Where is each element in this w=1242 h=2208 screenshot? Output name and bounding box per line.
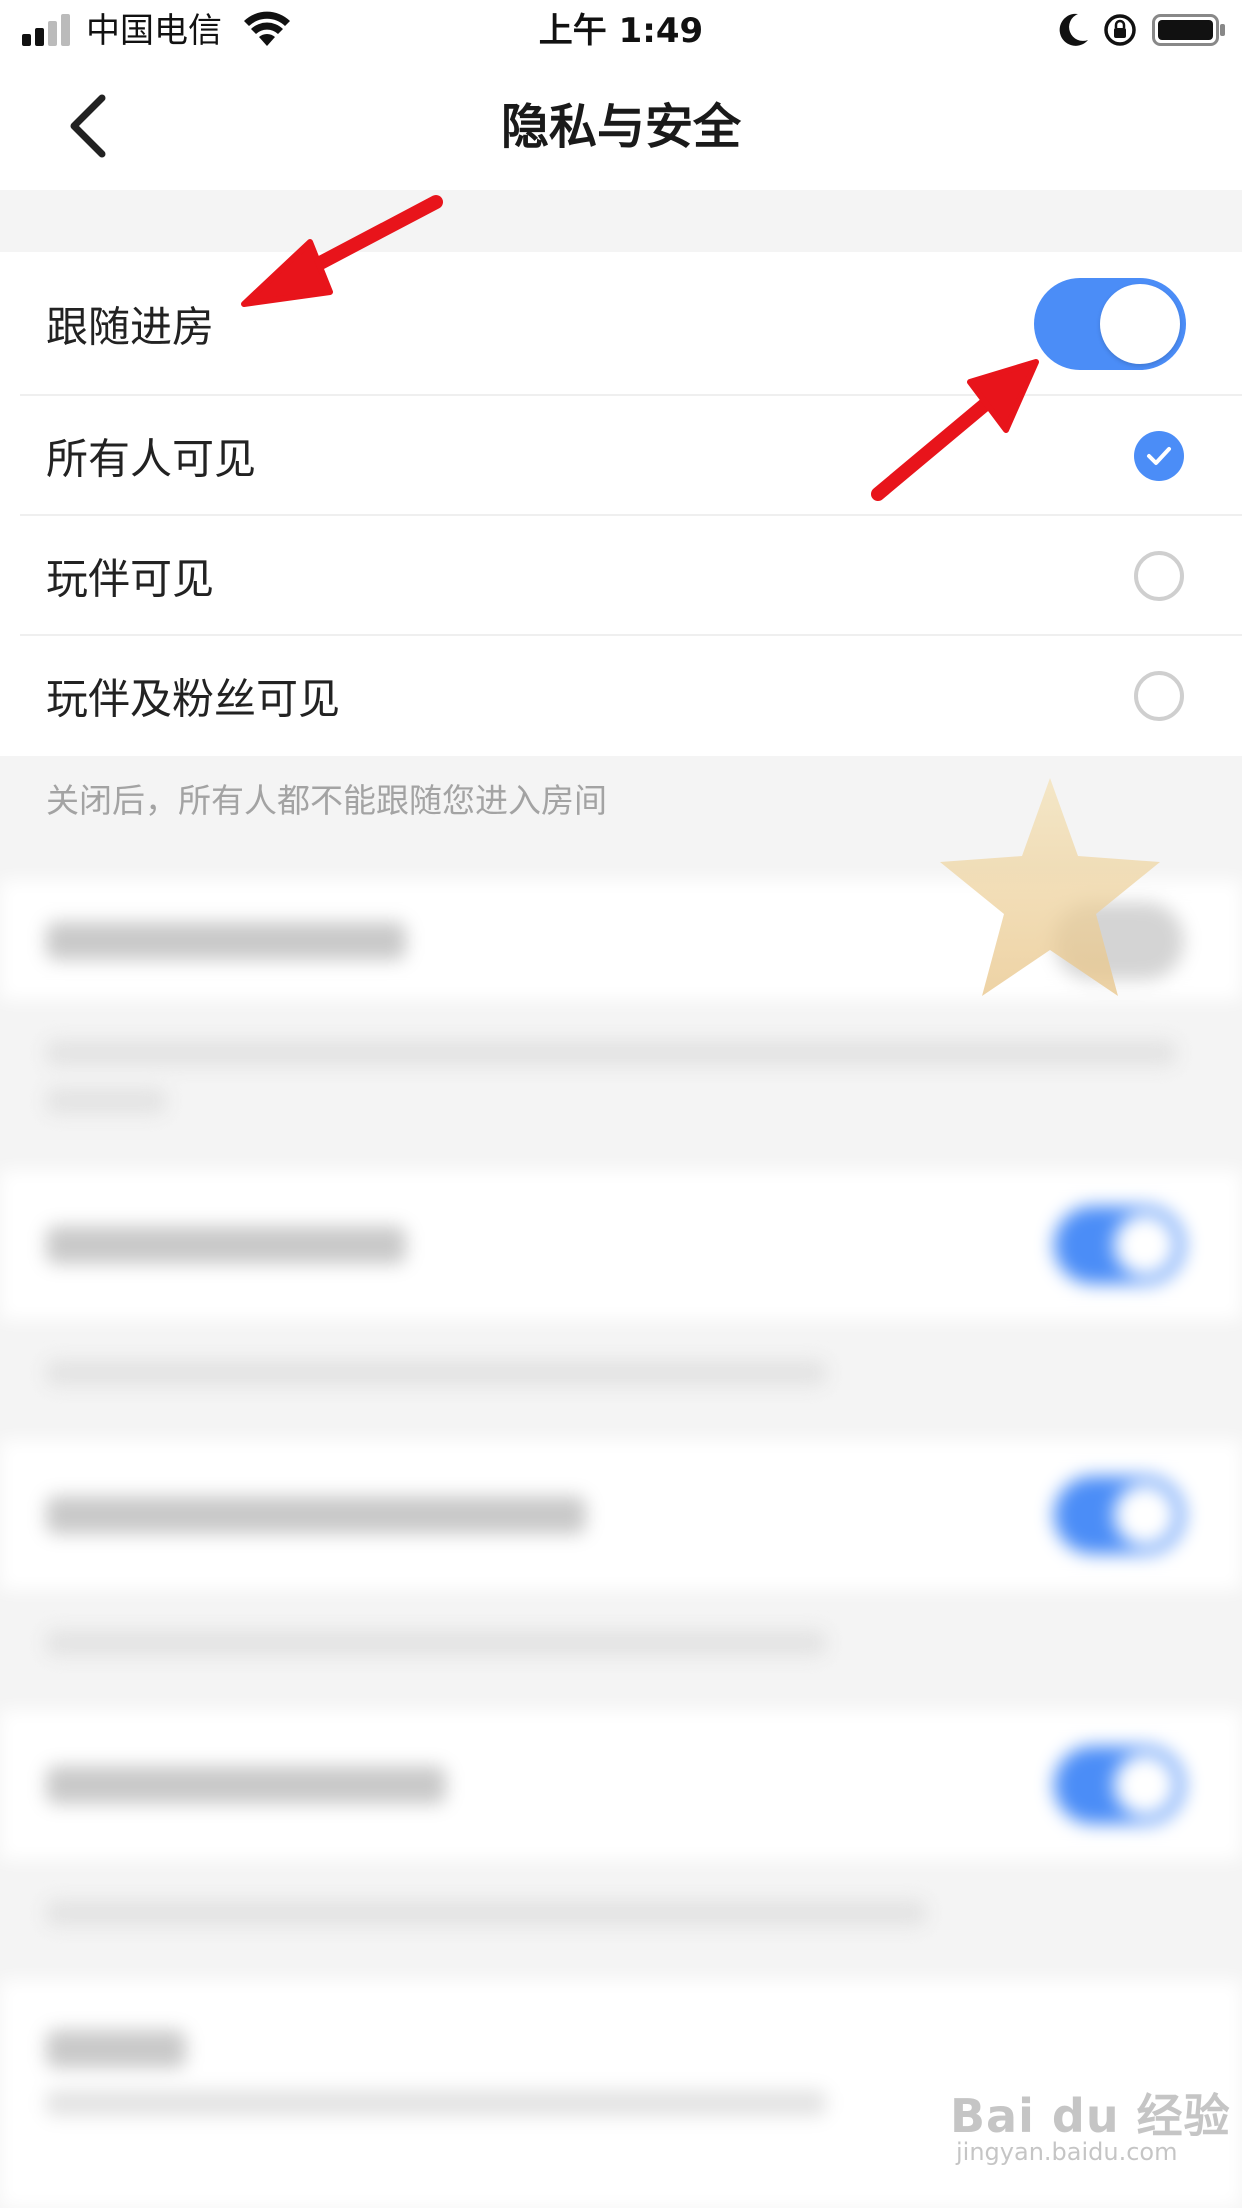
moon-icon [1059,13,1088,46]
option-label: 玩伴及粉丝可见 [46,674,341,724]
option-playmates-row[interactable]: 玩伴可见 [0,516,1242,636]
status-bar: 中国电信 上午 1:49 [0,0,1242,62]
option-playmates-fans-row[interactable]: 玩伴及粉丝可见 [0,636,1242,756]
page-title: 隐私与安全 [500,99,741,155]
option-playmates-radio[interactable] [1134,551,1184,601]
blurred-settings-area [0,840,1242,2208]
follow-into-room-toggle[interactable] [1034,278,1186,370]
option-everyone-radio[interactable] [1134,431,1184,481]
navigation-bar: 隐私与安全 [0,62,1242,190]
check-icon [1147,447,1171,465]
blurred-row [0,1980,1242,2208]
follow-into-room-label: 跟随进房 [46,302,215,352]
blurred-row [0,880,1242,1000]
option-label: 玩伴可见 [46,554,215,604]
toggle-knob [1100,284,1180,364]
battery-icon [1152,14,1225,46]
follow-hint-text: 关闭后，所有人都不能跟随您进入房间 [46,781,607,820]
rotation-lock-icon [1104,14,1136,46]
blurred-row [0,1440,1242,1590]
option-playmates-fans-radio[interactable] [1134,671,1184,721]
option-everyone-row[interactable]: 所有人可见 [0,396,1242,516]
follow-settings-group: 跟随进房 所有人可见 玩伴可见 玩伴及粉丝可见 [0,252,1242,756]
blurred-row [0,1170,1242,1320]
blurred-row [0,1710,1242,1860]
option-label: 所有人可见 [46,434,257,484]
follow-into-room-row: 跟随进房 [0,252,1242,396]
